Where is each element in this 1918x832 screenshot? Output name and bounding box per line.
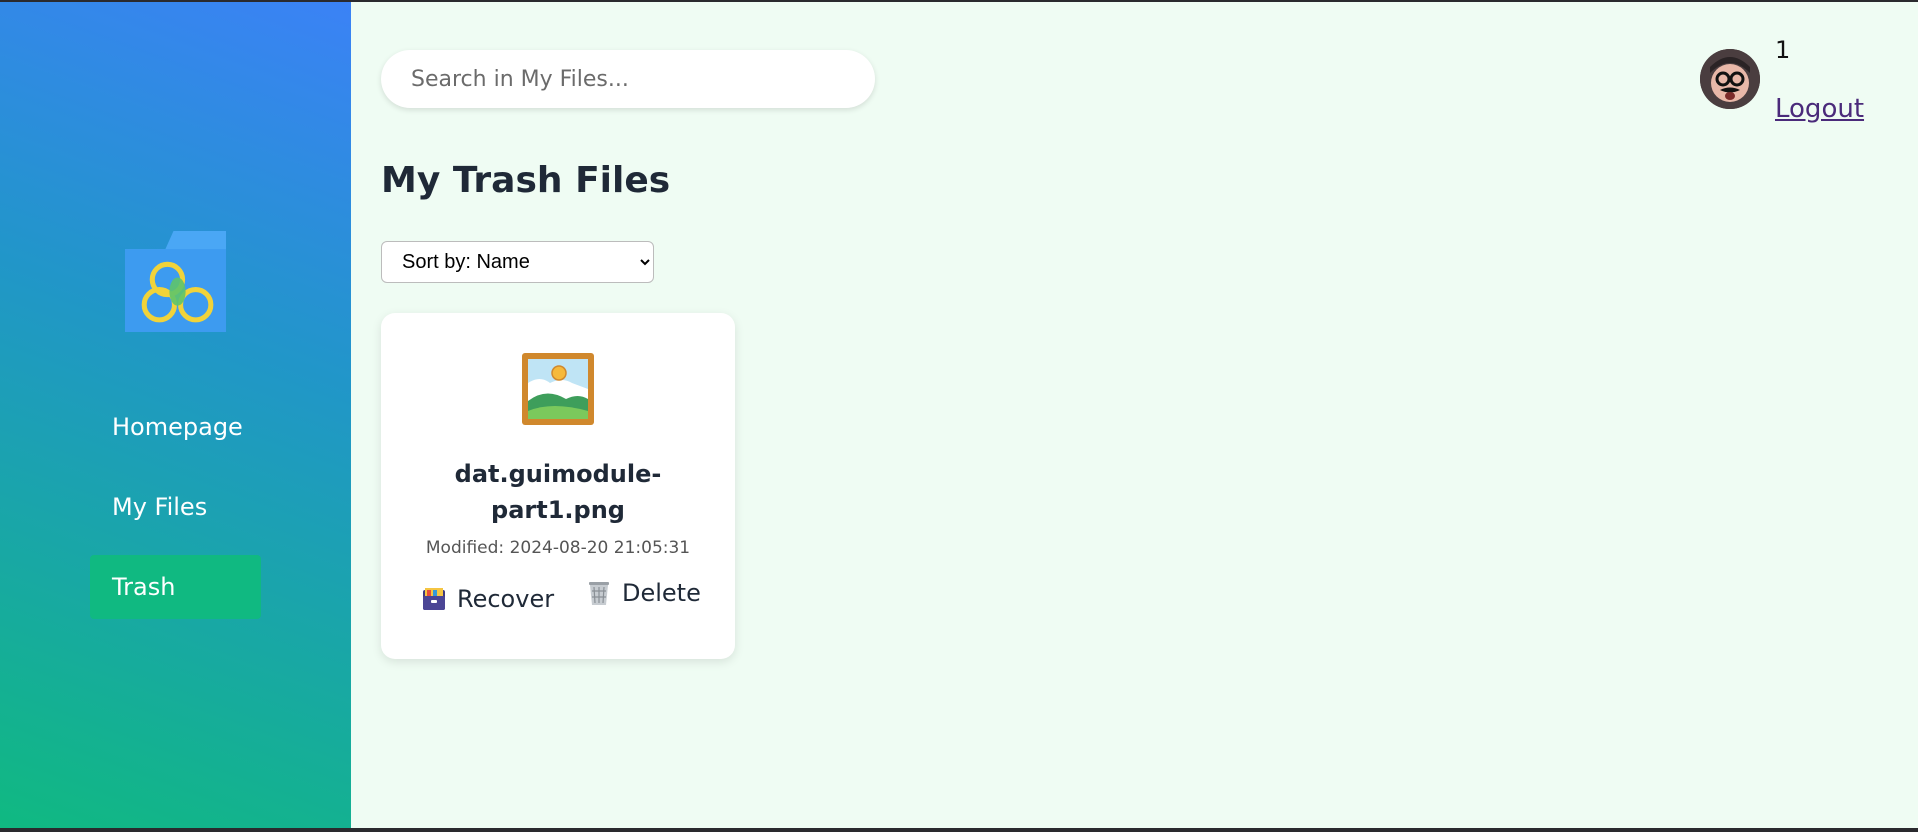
folder-logo-icon[interactable] [125,231,226,332]
sidebar-item-trash[interactable]: Trash [90,555,261,619]
modified-label: Modified: [425,538,505,558]
file-cabinet-icon [423,588,445,610]
sidebar-item-label: My Files [112,493,208,521]
sidebar-item-homepage[interactable]: Homepage [90,395,261,459]
file-modified: Modified: 2024-08-20 21:05:31 [381,538,735,558]
file-name: dat.guimodule-part1.png [454,460,662,524]
sidebar-item-label: Trash [112,573,176,601]
delete-button[interactable]: Delete [586,579,701,607]
sidebar: Homepage My Files Trash [0,2,351,828]
app-window: Homepage My Files Trash 1 [0,2,1918,828]
user-avatar-icon [1700,49,1760,109]
sidebar-item-my-files[interactable]: My Files [90,475,261,539]
search-input[interactable] [381,50,875,108]
sidebar-item-label: Homepage [112,413,243,441]
user-area: 1 Logout [1700,32,1890,132]
modified-date: 2024-08-20 21:05:31 [509,538,691,558]
user-count: 1 [1775,36,1791,64]
main-content: 1 Logout My Trash Files Sort by: Name da… [351,2,1918,828]
sort-select[interactable]: Sort by: Name [381,241,654,283]
wastebasket-icon [589,582,609,605]
recover-button[interactable]: Recover [421,585,554,613]
framed-picture-icon [522,353,594,425]
page-title: My Trash Files [381,160,671,201]
delete-label: Delete [622,579,701,607]
file-card: dat.guimodule-part1.png Modified: 2024-08… [381,313,735,659]
user-avatar[interactable] [1700,49,1760,109]
logout-link[interactable]: Logout [1775,94,1864,124]
recover-label: Recover [457,585,555,613]
